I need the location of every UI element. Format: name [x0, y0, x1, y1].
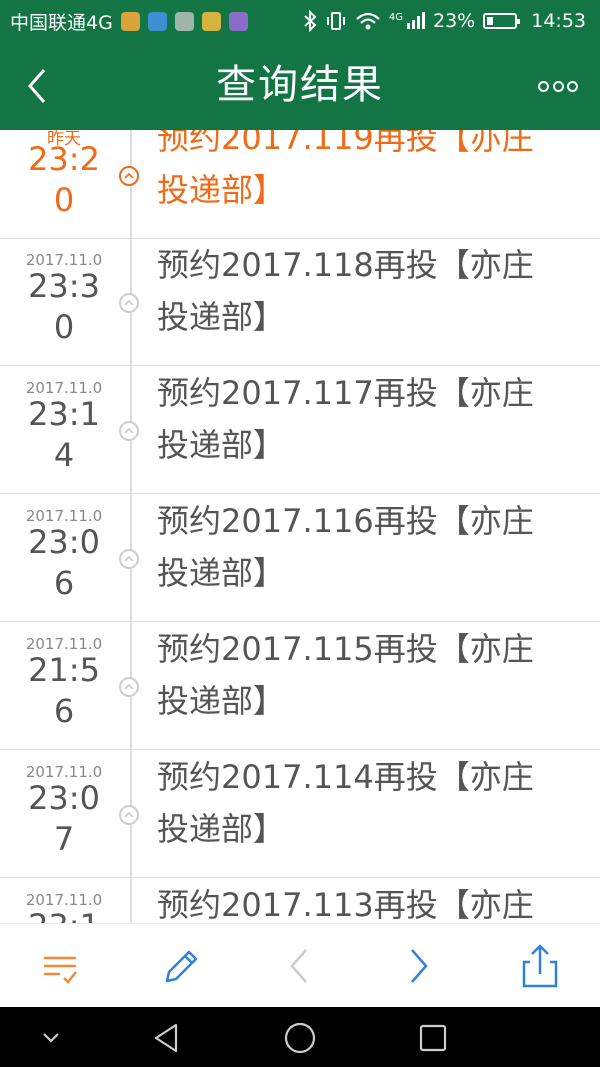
app-bar: 查询结果	[0, 42, 600, 130]
list-item[interactable]: 2017.11.0 23:14 预约2017.117再投【亦庄投递部】	[0, 367, 600, 494]
previous-button[interactable]	[278, 942, 322, 990]
expand-icon[interactable]	[119, 421, 139, 441]
record-text: 预约2017.119再投【亦庄投递部】	[157, 130, 534, 209]
battery-percent: 23%	[433, 10, 476, 32]
collapse-chevron-icon	[43, 1033, 59, 1043]
expand-icon[interactable]	[119, 166, 139, 186]
more-dot-icon	[567, 80, 578, 92]
share-icon	[522, 944, 558, 988]
record-time: 23:07	[28, 779, 100, 858]
home-circle-icon	[284, 1022, 316, 1054]
record-text: 预约2017.116再投【亦庄投递部】	[157, 502, 534, 592]
record-text: 预约2017.117再投【亦庄投递部】	[157, 374, 534, 464]
signal-icon	[407, 12, 425, 29]
more-options-button[interactable]	[538, 72, 578, 100]
more-dot-icon	[552, 80, 564, 92]
row-divider	[0, 621, 600, 622]
wifi-app-icon	[147, 11, 167, 31]
app-notification-icon	[120, 11, 140, 31]
record-time: 23:30	[28, 267, 100, 346]
row-divider	[0, 365, 600, 366]
next-button[interactable]	[398, 942, 442, 990]
list-item[interactable]: 2017.11.0 23:07 预约2017.114再投【亦庄投递部】	[0, 751, 600, 878]
app-notification-icon	[228, 11, 248, 31]
list-item[interactable]: 昨天 23:20 预约2017.119再投【亦庄投递部】	[0, 130, 600, 239]
system-recents-button[interactable]	[416, 1021, 450, 1055]
status-right: 4G 23% 14:53	[303, 10, 600, 32]
battery-icon	[483, 13, 521, 29]
back-triangle-icon	[154, 1023, 178, 1053]
bottom-toolbar	[0, 923, 600, 1007]
bluetooth-icon	[304, 10, 317, 32]
carrier-label: 中国联通4G	[10, 11, 113, 34]
list-item[interactable]: 2017.11.0 23:06 预约2017.116再投【亦庄投递部】	[0, 495, 600, 622]
system-nav-bar	[0, 1007, 600, 1067]
record-text: 预约2017.115再投【亦庄投递部】	[157, 630, 534, 720]
checklist-icon	[44, 956, 77, 984]
wifi-icon	[356, 12, 380, 30]
system-back-button[interactable]	[150, 1021, 184, 1055]
network-type-badge: 4G	[388, 12, 403, 23]
share-button[interactable]	[518, 942, 562, 990]
expand-icon[interactable]	[119, 677, 139, 697]
chevron-right-icon	[411, 949, 428, 983]
row-divider	[0, 749, 600, 750]
pencil-icon	[165, 950, 198, 983]
record-time: 23:14	[28, 395, 100, 474]
list-item[interactable]: 2017.11.0 21:56 预约2017.115再投【亦庄投递部】	[0, 623, 600, 750]
chevron-left-icon	[290, 949, 307, 983]
list-item[interactable]: 2017.11.0 23:30 预约2017.118再投【亦庄投递部】	[0, 239, 600, 366]
row-divider	[0, 877, 600, 878]
expand-icon[interactable]	[119, 805, 139, 825]
status-left: 中国联通4G	[0, 8, 248, 35]
record-time: 23:1	[0, 906, 128, 923]
app-notification-icon	[201, 11, 221, 31]
vibrate-icon	[326, 12, 345, 30]
record-text: 预约2017.113再投【亦庄投	[157, 886, 534, 923]
record-time: 23:06	[28, 523, 100, 602]
recents-square-icon	[419, 1024, 447, 1052]
record-time: 23:20	[28, 140, 100, 219]
tracking-list[interactable]: 昨天 23:20 预约2017.119再投【亦庄投递部】 2017.11.0 2…	[0, 130, 600, 923]
system-home-button[interactable]	[283, 1021, 317, 1055]
more-dot-icon	[538, 80, 549, 92]
page-title: 查询结果	[216, 62, 384, 108]
record-text: 预约2017.114再投【亦庄投递部】	[157, 758, 534, 848]
expand-icon[interactable]	[119, 549, 139, 569]
checklist-button[interactable]	[38, 942, 82, 990]
list-item[interactable]: 2017.11.0 23:1 预约2017.113再投【亦庄投	[0, 879, 600, 923]
status-time: 14:53	[531, 10, 586, 32]
collapse-nav-button[interactable]	[34, 1021, 68, 1055]
expand-icon[interactable]	[119, 293, 139, 313]
record-time: 21:56	[28, 651, 100, 730]
status-bar: 中国联通4G 4G 23% 14:53	[0, 0, 600, 42]
record-text: 预约2017.118再投【亦庄投递部】	[157, 246, 534, 336]
edit-button[interactable]	[158, 942, 202, 990]
row-divider	[0, 493, 600, 494]
app-notification-icon	[174, 11, 194, 31]
